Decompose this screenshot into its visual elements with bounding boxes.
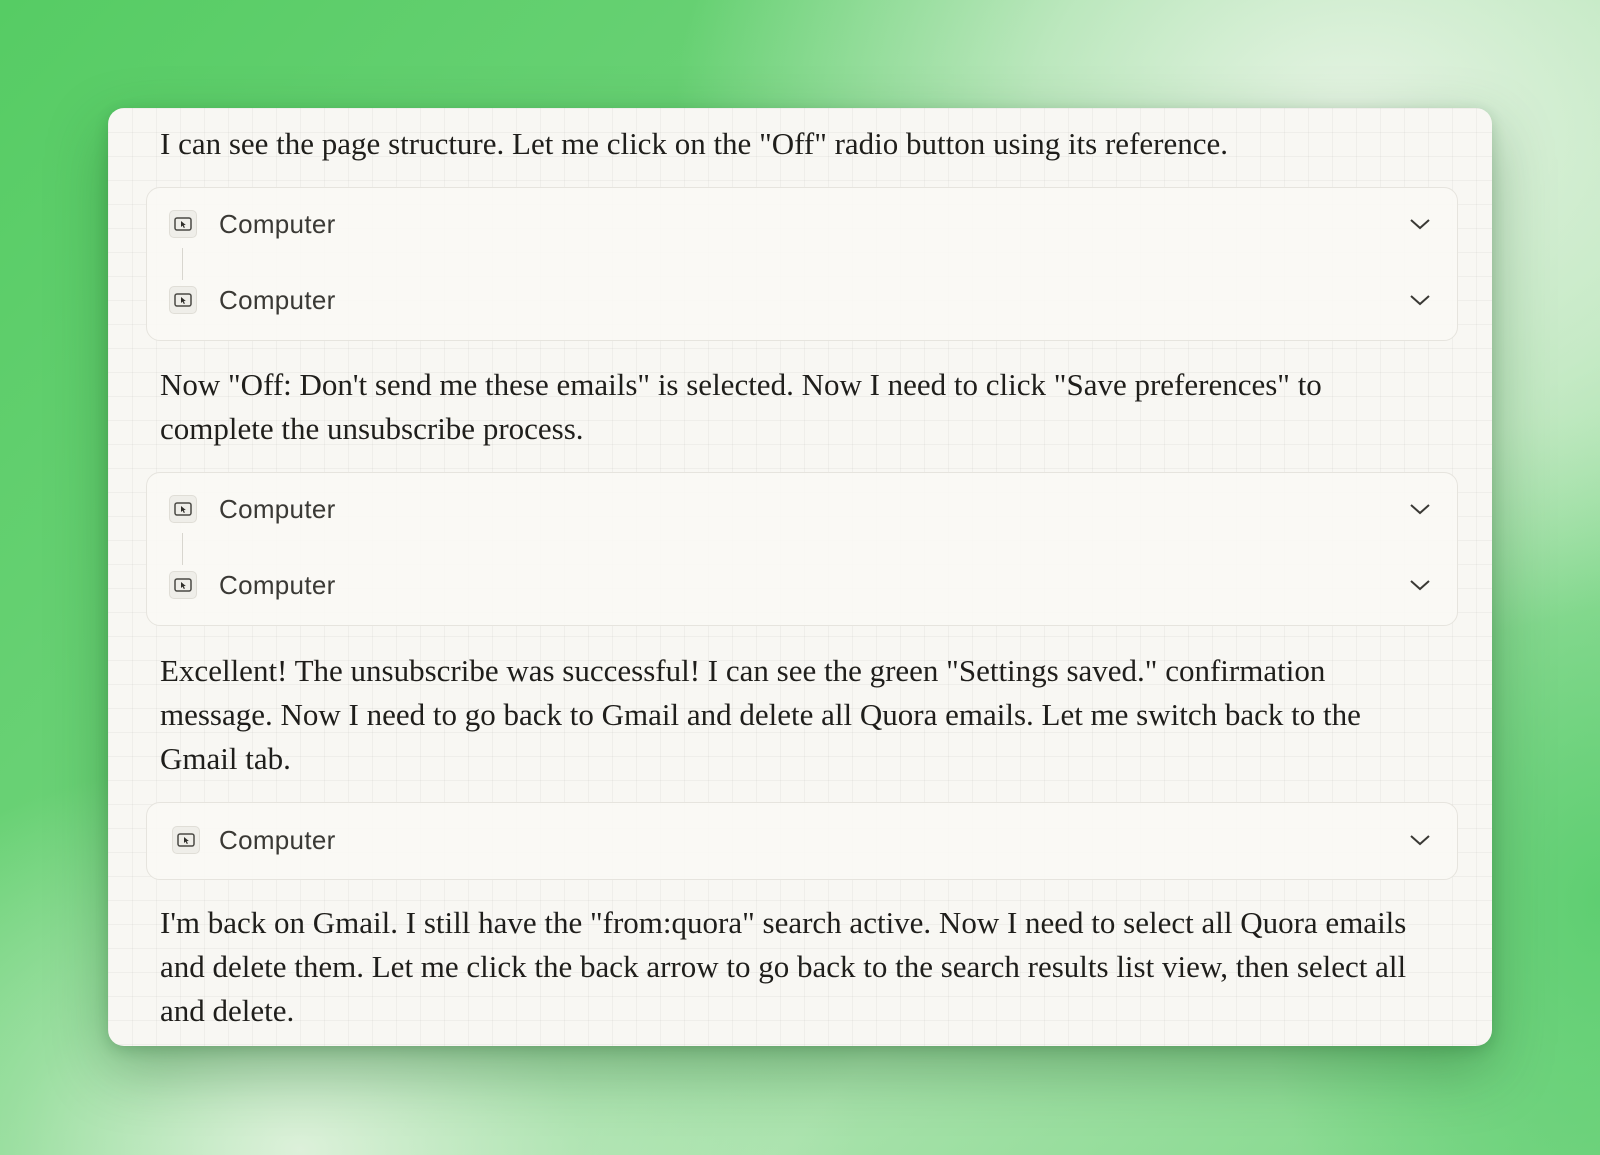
tool-call-label: Computer: [219, 208, 336, 239]
tool-call-group: Computer Computer: [146, 187, 1458, 341]
tool-call-row[interactable]: Computer: [147, 820, 1457, 860]
tool-call-row[interactable]: Computer: [147, 204, 1457, 244]
computer-cursor-icon: [169, 210, 197, 238]
tool-call-label: Computer: [219, 284, 336, 315]
assistant-message: Excellent! The unsubscribe was successfu…: [160, 653, 1361, 776]
chevron-down-icon[interactable]: [1407, 496, 1433, 522]
assistant-message: I'm back on Gmail. I still have the "fro…: [160, 905, 1407, 1028]
chevron-down-icon[interactable]: [1407, 572, 1433, 598]
tool-call-row[interactable]: Computer: [147, 565, 1457, 605]
tool-call-label: Computer: [219, 493, 336, 524]
tool-connector-line: [182, 533, 183, 565]
assistant-message: Now "Off: Don't send me these emails" is…: [160, 367, 1322, 446]
chevron-down-icon[interactable]: [1407, 211, 1433, 237]
chevron-down-icon[interactable]: [1407, 827, 1433, 853]
chevron-down-icon[interactable]: [1407, 287, 1433, 313]
tool-connector-line: [182, 248, 183, 280]
computer-cursor-icon: [169, 286, 197, 314]
tool-call-group: Computer Computer: [146, 472, 1458, 626]
tool-call-group: Computer: [146, 802, 1458, 880]
tool-call-label: Computer: [219, 824, 336, 855]
computer-cursor-icon: [172, 826, 200, 854]
tool-call-row[interactable]: Computer: [147, 280, 1457, 320]
tool-call-label: Computer: [219, 569, 336, 600]
tool-call-row[interactable]: Computer: [147, 489, 1457, 529]
computer-cursor-icon: [169, 495, 197, 523]
assistant-message: I can see the page structure. Let me cli…: [160, 126, 1229, 161]
chat-transcript-card: I can see the page structure. Let me cli…: [108, 108, 1492, 1046]
computer-cursor-icon: [169, 571, 197, 599]
